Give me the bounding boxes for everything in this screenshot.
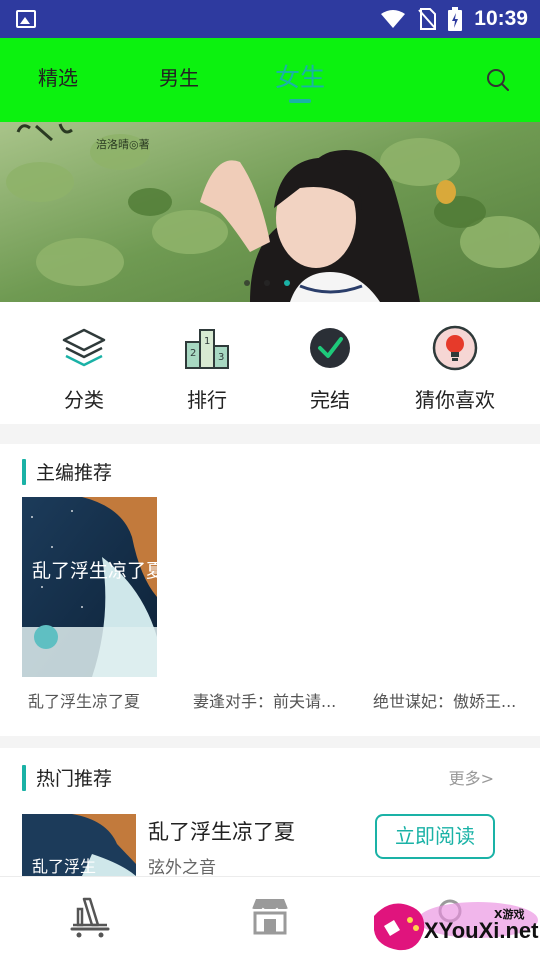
store-icon[interactable] — [248, 895, 292, 939]
section-title: 主编推荐 — [22, 458, 112, 485]
book-name[interactable]: 绝世谋妃：傲娇王... — [373, 688, 516, 712]
category-label: 排行 — [187, 388, 227, 412]
top-nav: 精选 男生 女生 — [0, 38, 540, 122]
hot-book-cover-text: 乱了浮生 — [32, 857, 96, 876]
layers-icon — [62, 328, 106, 367]
bookshelf-icon[interactable] — [68, 895, 112, 939]
status-icons: 10:39 — [380, 0, 528, 38]
hot-book-cover[interactable]: 乱了浮生 — [22, 814, 136, 876]
tab-female[interactable]: 女生 — [275, 58, 325, 94]
podium-icon: 2 1 3 — [185, 329, 229, 369]
carousel-dots — [244, 280, 290, 286]
search-icon[interactable] — [486, 68, 510, 92]
wifi-icon — [381, 10, 406, 28]
book-cover-text: 乱了浮生凉了夏 — [32, 560, 157, 582]
category-completed[interactable]: 完结 — [275, 324, 385, 413]
section-title: 热门推荐 — [22, 764, 112, 791]
book-cover-image: 乱了浮生凉了夏 — [22, 497, 157, 677]
category-classify[interactable]: 分类 — [29, 324, 139, 413]
book-name[interactable]: 乱了浮生凉了夏 — [28, 688, 140, 712]
svg-text:3: 3 — [218, 352, 224, 363]
watermark-text: XYouXi.net — [424, 918, 539, 943]
hot-book-cover-image: 乱了浮生 — [22, 814, 136, 876]
battery-icon — [448, 7, 463, 31]
carousel-dot-active[interactable] — [284, 280, 290, 286]
lightbulb-icon — [432, 325, 478, 371]
read-now-button[interactable]: 立即阅读 — [375, 814, 495, 859]
svg-text:1: 1 — [204, 336, 210, 347]
category-grid: 分类 2 1 3 排行 完结 猜你喜欢 — [0, 302, 540, 424]
category-guess-you-like[interactable]: 猜你喜欢 — [400, 324, 510, 413]
carousel-dot[interactable] — [264, 280, 270, 286]
category-label: 完结 — [310, 388, 350, 412]
banner-carousel[interactable]: 涪洛晴◎著 — [0, 122, 540, 302]
clock: 10:39 — [474, 7, 528, 30]
banner-author-text: 涪洛晴◎著 — [96, 137, 150, 151]
category-ranking[interactable]: 2 1 3 排行 — [152, 324, 262, 413]
hot-book-author: 弦外之音 — [148, 858, 216, 878]
carousel-dot[interactable] — [244, 280, 250, 286]
status-bar: 10:39 — [0, 0, 540, 38]
hot-book-title[interactable]: 乱了浮生凉了夏 — [148, 816, 295, 846]
image-notification-icon — [16, 10, 36, 28]
banner-image: 涪洛晴◎著 — [0, 122, 540, 302]
book-cover[interactable]: 乱了浮生凉了夏 — [22, 497, 157, 677]
category-label: 分类 — [64, 388, 104, 412]
more-link[interactable]: 更多> — [449, 765, 494, 789]
check-circle-icon — [310, 328, 350, 368]
svg-text:2: 2 — [190, 348, 196, 359]
active-tab-indicator — [289, 99, 311, 103]
category-label: 猜你喜欢 — [415, 388, 495, 412]
no-sim-icon — [418, 8, 437, 30]
tab-featured[interactable]: 精选 — [38, 62, 78, 91]
book-name[interactable]: 妻逢对手：前夫请... — [193, 688, 336, 712]
tab-male[interactable]: 男生 — [159, 62, 199, 91]
